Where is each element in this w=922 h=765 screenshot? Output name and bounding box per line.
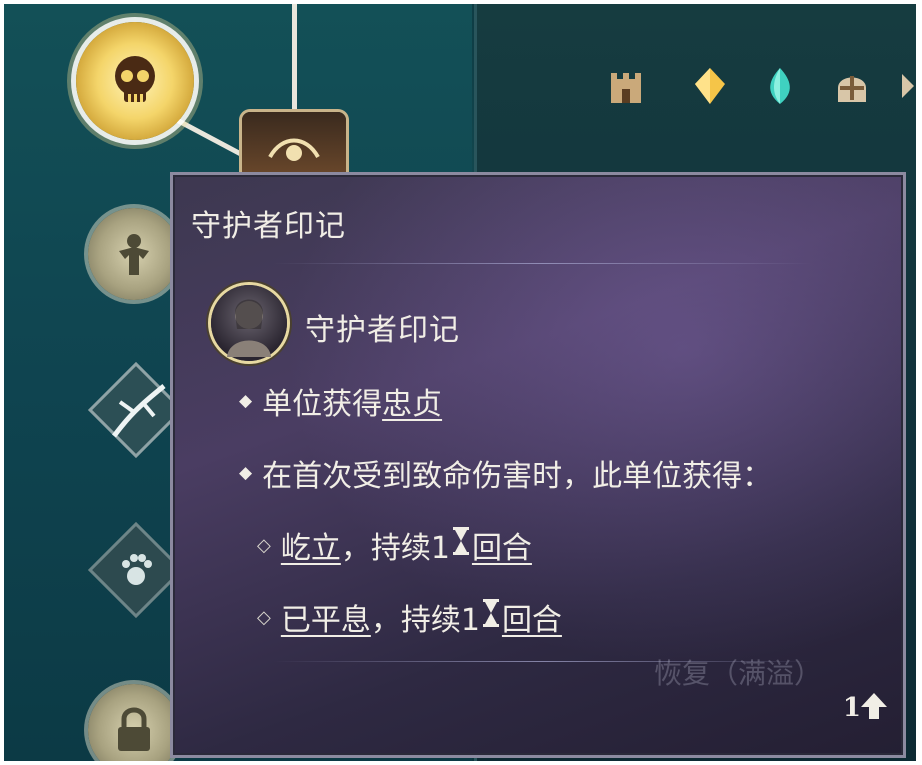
turn-link[interactable]: 回合: [472, 523, 532, 567]
diamond-bullet-icon: ◆: [239, 391, 253, 411]
ability-portrait: [211, 285, 287, 361]
paw-icon: [114, 548, 158, 596]
skull-icon: [115, 56, 155, 102]
teal-leaf-icon[interactable]: [760, 66, 800, 106]
background-label-2: 恢复（满溢）: [654, 657, 823, 690]
figure-icon: [119, 234, 149, 275]
tree-connector-vertical: [292, 4, 297, 116]
branch-icon: [104, 376, 174, 450]
gold-diamond-icon[interactable]: [690, 66, 730, 106]
effect2-duration: ，持续1: [370, 603, 480, 638]
castle-icon[interactable]: [606, 66, 646, 106]
hourglass-icon: [482, 598, 500, 636]
effect1-duration: ，持续1: [340, 531, 450, 566]
helmet-icon[interactable]: [832, 66, 872, 106]
turn-link[interactable]: 回合: [502, 595, 562, 639]
lock-icon: [118, 707, 150, 751]
page-up-arrow-icon[interactable]: [859, 691, 889, 725]
line2-text: 在首次受到致命伤害时，此单位获得：: [262, 459, 773, 494]
ability-name: 守护者印记: [305, 313, 460, 348]
guardian-portrait-icon: [227, 299, 271, 357]
partial-icon[interactable]: [896, 66, 916, 106]
hollow-diamond-bullet-icon: ◇: [257, 606, 271, 628]
hollow-diamond-bullet-icon: ◇: [257, 534, 271, 556]
sub-effect-stand: ◇ 屹立 ，持续1 回合: [257, 523, 532, 567]
meditating-figure-node[interactable]: [88, 208, 180, 300]
line1-prefix: 单位获得: [262, 387, 383, 422]
skull-node[interactable]: [76, 22, 194, 140]
hourglass-icon: [452, 526, 470, 564]
stand-link[interactable]: 屹立: [281, 523, 341, 567]
effect-line-fatal: ◆ 在首次受到致命伤害时，此单位获得：: [239, 451, 772, 495]
loyalty-link[interactable]: 忠贞: [382, 379, 442, 423]
effect-line-loyalty: ◆ 单位获得 忠贞: [239, 379, 442, 423]
tooltip-divider-top: [273, 263, 813, 264]
game-scene: 内宅 恢复（满溢） 守护者印记 守护者印记 ◆ 单位获得 忠贞 ◆ 在首次受到致…: [4, 4, 916, 761]
crest-icon: [268, 138, 320, 161]
pacified-link[interactable]: 已平息: [281, 595, 371, 639]
diamond-bullet-icon: ◆: [239, 463, 253, 483]
sub-effect-pacified: ◇ 已平息 ，持续1 回合: [257, 595, 562, 639]
tooltip-header: 守护者印记: [191, 209, 346, 244]
